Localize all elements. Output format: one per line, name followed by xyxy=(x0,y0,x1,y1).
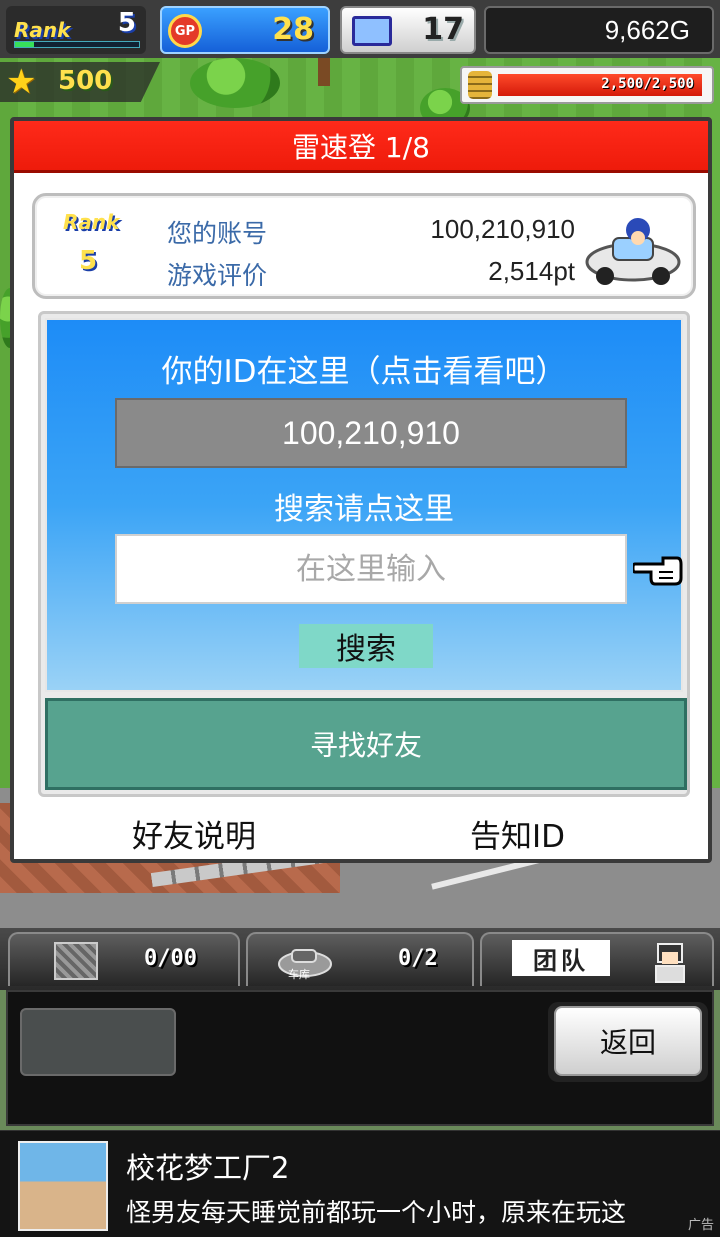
account-card: Rank 5 您的账号 100,210,910 游戏评价 2,514pt xyxy=(32,193,696,299)
staff-person-icon xyxy=(655,943,685,983)
rank-value: 5 xyxy=(117,8,136,38)
fuel-value: 2,500/2,500 xyxy=(601,76,694,92)
account-id-label: 您的账号 xyxy=(167,219,268,248)
gp-coin-icon: GP xyxy=(168,14,202,48)
team-label: 团队 xyxy=(512,940,610,976)
items-count: 0/00 xyxy=(144,946,197,971)
coin-stack-icon xyxy=(468,71,492,99)
rating-label: 游戏评价 xyxy=(167,261,268,290)
share-id-link[interactable]: 告知ID xyxy=(470,811,565,856)
account-id-value: 100,210,910 xyxy=(430,214,575,244)
find-friends-button[interactable]: 寻找好友 xyxy=(45,698,687,790)
computer-value: 17 xyxy=(422,12,464,47)
search-button[interactable]: 搜索 xyxy=(299,624,433,668)
garage-count: 0/2 xyxy=(398,946,438,971)
ad-text: 怪男友每天睡觉前都玩一个小时，原来在玩这 xyxy=(126,1198,627,1227)
ad-tag: 广告 xyxy=(687,1218,714,1233)
ad-banner[interactable]: 校花梦工厂2 怪男友每天睡觉前都玩一个小时，原来在玩这 广告 xyxy=(0,1130,720,1237)
tab-garage[interactable]: 车库 0/2 xyxy=(246,932,474,986)
gold-value: 9,662G xyxy=(604,14,690,45)
computer-icon xyxy=(352,16,392,46)
account-rank-label: Rank xyxy=(63,210,120,234)
tree-icon xyxy=(190,58,280,108)
friends-help-link[interactable]: 好友说明 xyxy=(132,811,256,856)
back-button-label: 返回 xyxy=(554,1006,702,1076)
gp-value: 28 xyxy=(272,12,314,47)
gp-counter[interactable]: GP 28 xyxy=(160,6,330,54)
rank-progress-bar xyxy=(14,41,140,48)
top-hud: Rank 5 GP 28 17 9,662G xyxy=(0,0,720,58)
rank-progress-fill xyxy=(15,42,34,47)
garage-label: 车库 xyxy=(288,968,310,981)
rank-label: Rank xyxy=(14,18,71,42)
crate-icon xyxy=(54,942,98,980)
id-heading: 你的ID在这里（点击看看吧） xyxy=(161,354,567,390)
friend-id-search-input[interactable] xyxy=(115,534,627,604)
account-rank-value: 5 xyxy=(79,246,98,276)
rating-value: 2,514pt xyxy=(488,256,575,286)
bottom-tabs: 0/00 车库 0/2 团队 xyxy=(0,928,720,990)
search-heading: 搜索请点这里 xyxy=(274,492,454,527)
tab-team[interactable]: 团队 xyxy=(480,932,714,986)
tab-items[interactable]: 0/00 xyxy=(8,932,240,986)
star-icon: ★ xyxy=(6,62,37,102)
computer-counter[interactable]: 17 xyxy=(340,6,476,54)
id-search-area: 你的ID在这里（点击看看吧） 100,210,910 搜索请点这里 搜索 xyxy=(45,318,683,692)
back-button[interactable]: 返回 xyxy=(548,1002,708,1082)
star-points: ★ 500 xyxy=(0,62,160,102)
bottom-panel: 返回 xyxy=(6,990,714,1126)
my-id-box[interactable]: 100,210,910 xyxy=(115,398,627,468)
empty-slot xyxy=(20,1008,176,1076)
ad-thumbnail xyxy=(18,1141,108,1231)
friends-dialog: 雷速登 1/8 Rank 5 您的账号 100,210,910 游戏评价 2,5… xyxy=(10,117,712,863)
car-avatar-icon xyxy=(585,218,681,285)
pointing-hand-icon xyxy=(633,556,683,586)
tree-trunk xyxy=(318,58,330,86)
gold-counter: 9,662G xyxy=(484,6,714,54)
id-search-panel: 你的ID在这里（点击看看吧） 100,210,910 搜索请点这里 搜索 寻找好… xyxy=(38,311,690,797)
dialog-title: 雷速登 1/8 xyxy=(14,121,708,173)
fuel-gauge: 2,500/2,500 xyxy=(460,66,714,104)
rank-indicator: Rank 5 xyxy=(6,6,146,54)
ad-title: 校花梦工厂2 xyxy=(126,1151,290,1185)
star-value: 500 xyxy=(58,66,113,96)
